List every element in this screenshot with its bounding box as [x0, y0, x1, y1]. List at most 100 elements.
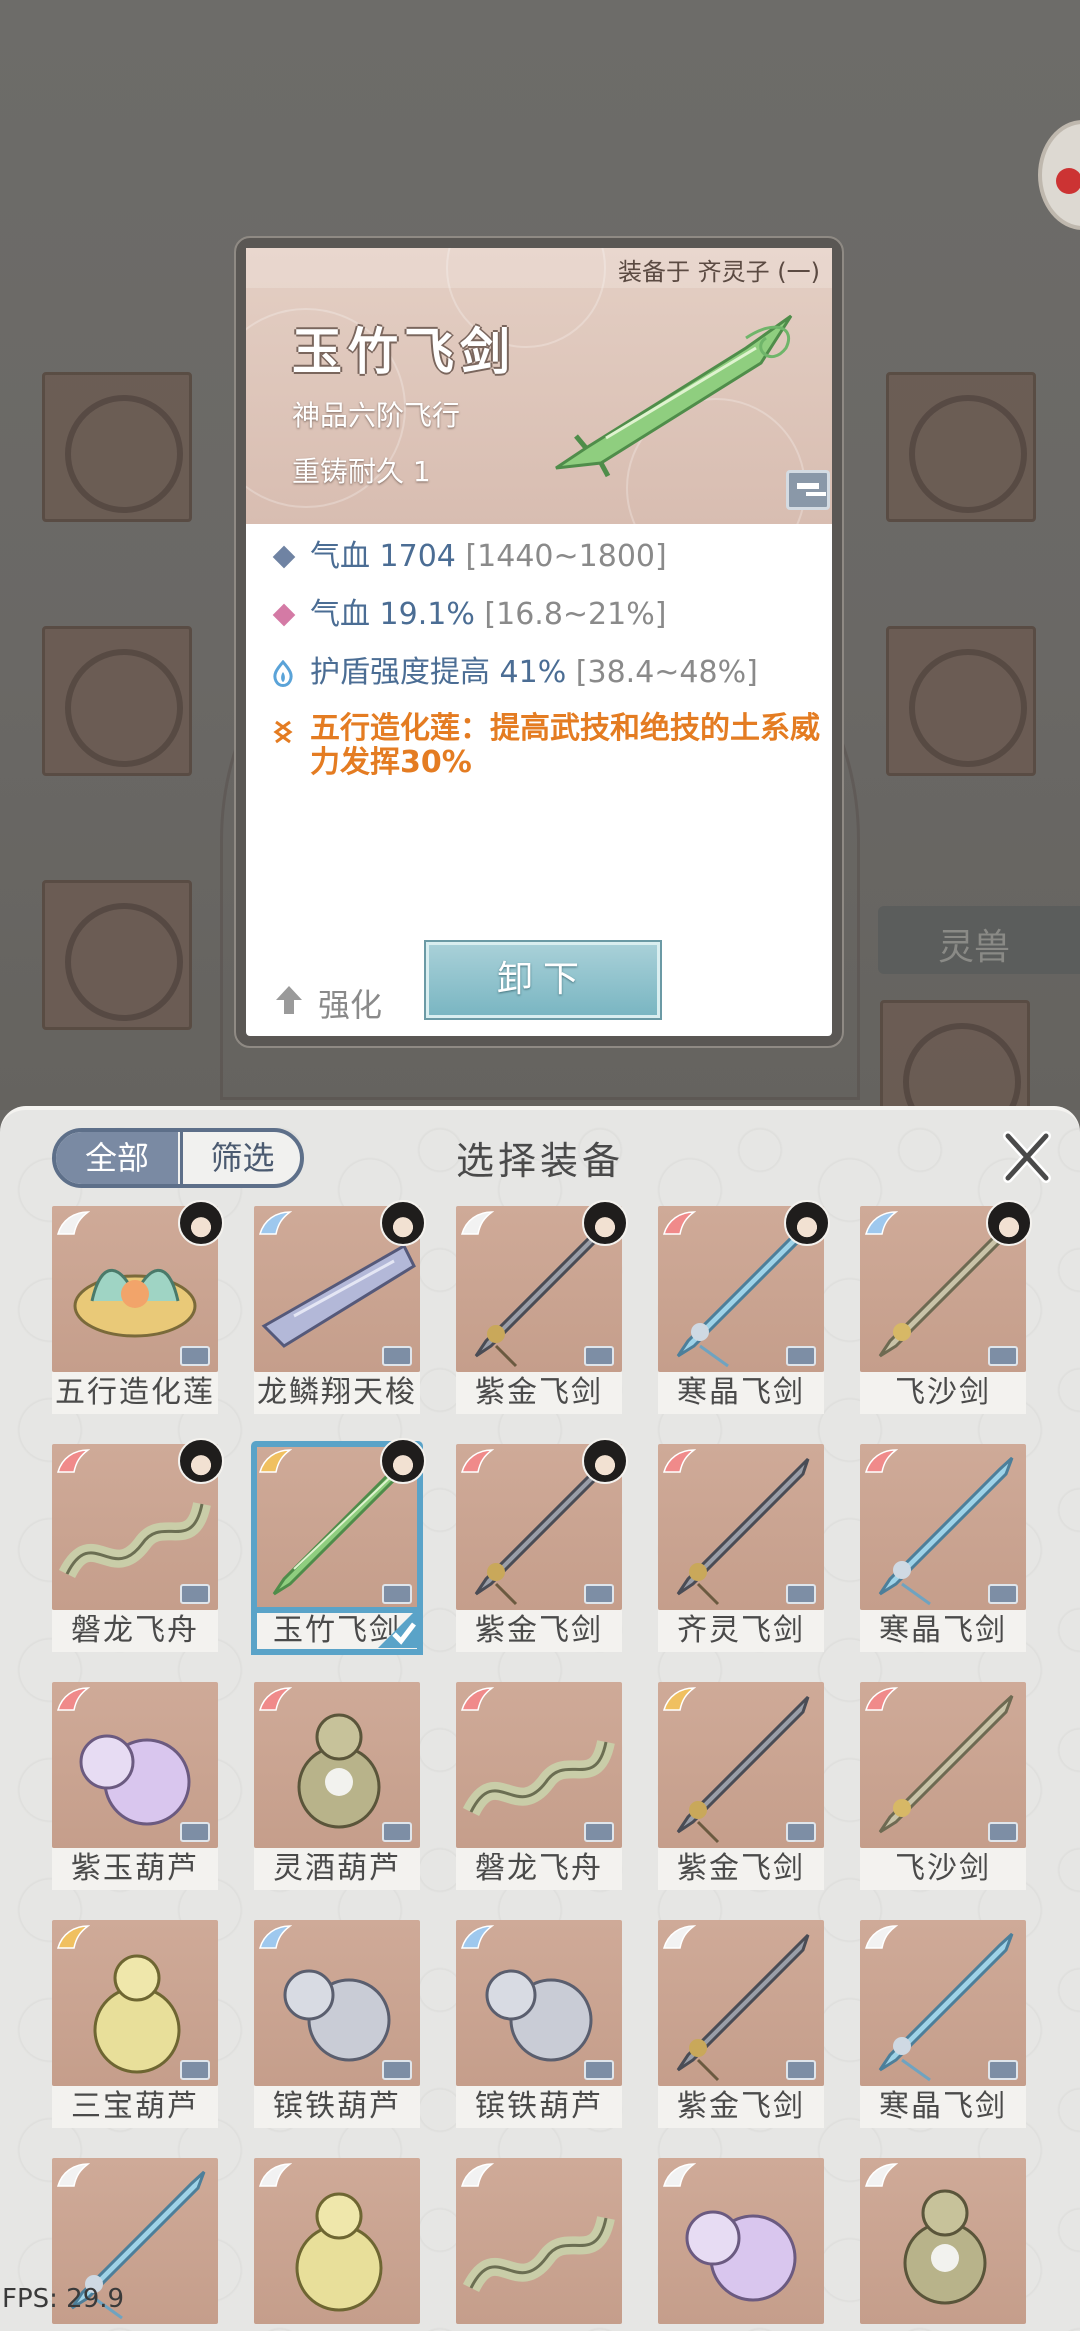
stat-value: 19.1%	[379, 597, 475, 632]
lock-icon	[180, 1346, 210, 1366]
equipment-name: 紫金飞剑	[658, 1848, 824, 1890]
equip-slot-right-1[interactable]	[886, 372, 1036, 522]
equipped-on-text: 装备于 齐灵子 (一)	[618, 258, 820, 286]
equip-slot-left-1[interactable]	[42, 372, 192, 522]
lock-icon	[786, 2060, 816, 2080]
equipment-tile[interactable]: 飞沙剑	[860, 1200, 1032, 1414]
equip-slot-left-3[interactable]	[42, 880, 192, 1030]
equipment-name: 磐龙飞舟	[52, 1610, 218, 1652]
check-icon	[378, 1608, 418, 1648]
equipment-art	[860, 2158, 1026, 2324]
equipment-tile[interactable]: 紫金飞剑	[658, 1682, 824, 1890]
stat-row: 气血 1704 [1440~1800]	[270, 538, 830, 576]
equipment-tile[interactable]: 磐龙飞舟	[52, 1438, 224, 1652]
equipment-tile[interactable]: 紫玉葫芦	[52, 1682, 218, 1890]
jade-sword-icon	[555, 314, 793, 478]
equipment-tile[interactable]	[860, 2158, 1026, 2331]
enhance-button[interactable]: 强化	[274, 980, 382, 1026]
equipment-tile[interactable]: 寒晶飞剑	[860, 1920, 1026, 2128]
equipment-art	[860, 1682, 1026, 1848]
equipment-name: 飞沙剑	[860, 1372, 1026, 1414]
wing-rank-icon	[865, 1687, 898, 1711]
equipment-name: 齐灵飞剑	[658, 1610, 824, 1652]
equipment-detail-card: 装备于 齐灵子 (一) 玉竹飞剑 神品六阶飞行 重铸耐久 1 气血 1704 […	[234, 236, 844, 1048]
wing-rank-icon	[259, 2163, 292, 2187]
gourd-orb-icon[interactable]	[1038, 120, 1080, 230]
owner-avatar	[380, 1200, 426, 1246]
equipment-name: 磐龙飞舟	[456, 1848, 622, 1890]
pink-diamond-icon	[272, 603, 296, 627]
equipment-tile[interactable]: 齐灵飞剑	[658, 1444, 824, 1652]
equipment-tile[interactable]: 玉竹飞剑	[251, 1438, 426, 1655]
equipment-tile[interactable]: 磐龙飞舟	[456, 1682, 622, 1890]
lock-icon	[584, 1584, 614, 1604]
equipment-tile[interactable]: 三宝葫芦	[52, 1920, 218, 2128]
owner-avatar	[784, 1200, 830, 1246]
wing-rank-icon	[663, 1687, 696, 1711]
card-header: 装备于 齐灵子 (一) 玉竹飞剑 神品六阶飞行 重铸耐久 1	[246, 248, 832, 524]
wing-rank-icon	[259, 1449, 292, 1473]
equipment-tile[interactable]: 镔铁葫芦	[254, 1920, 420, 2128]
lock-icon	[988, 1346, 1018, 1366]
lock-icon	[786, 1346, 816, 1366]
equipment-name: 寒晶飞剑	[860, 1610, 1026, 1652]
equip-slot-right-2[interactable]	[886, 626, 1036, 776]
close-icon[interactable]	[1002, 1130, 1052, 1184]
wing-rank-icon	[57, 2163, 90, 2187]
item-grade: 神品六阶飞行	[292, 399, 461, 432]
wing-rank-icon	[461, 1211, 494, 1235]
equipment-tile[interactable]: 寒晶飞剑	[860, 1444, 1026, 1652]
equipment-tile[interactable]: 灵酒葫芦	[254, 1682, 420, 1890]
equip-slot-left-2[interactable]	[42, 626, 192, 776]
lock-icon	[180, 2060, 210, 2080]
equipment-name: 龙鳞翔天梭	[254, 1372, 420, 1414]
wing-rank-icon	[57, 1449, 90, 1473]
stat-value: 41%	[499, 655, 567, 690]
select-equipment-panel: 全部 筛选 选择装备 五行造化莲 龙鳞翔天梭 紫金飞剑 寒晶飞剑 飞沙剑 磐龙飞舟 玉竹飞剑…	[0, 1106, 1080, 2331]
lock-icon	[584, 1346, 614, 1366]
equipment-name: 飞沙剑	[860, 1848, 1026, 1890]
equipment-name: 镔铁葫芦	[456, 2086, 622, 2128]
spirit-beast-tab[interactable]: 灵兽	[878, 906, 1080, 974]
owner-avatar	[582, 1438, 628, 1484]
stat-row: 护盾强度提高 41% [38.4~48%]	[270, 654, 830, 692]
equipment-tile[interactable]: 飞沙剑	[860, 1682, 1026, 1890]
stat-name: 护盾强度提高	[310, 655, 490, 690]
lock-icon	[180, 1822, 210, 1842]
stat-range: [16.8~21%]	[484, 597, 667, 632]
unequip-button[interactable]: 卸下	[424, 940, 662, 1020]
equipment-tile[interactable]: 镔铁葫芦	[456, 1920, 622, 2128]
equipment-art	[860, 1920, 1026, 2086]
equipment-art	[254, 1682, 420, 1848]
lock-icon	[382, 1584, 412, 1604]
equipment-art	[658, 1920, 824, 2086]
equipment-tile[interactable]: 紫金飞剑	[456, 1200, 628, 1414]
wing-rank-icon	[259, 1211, 292, 1235]
wing-rank-icon	[259, 1687, 292, 1711]
equipment-name: 五行造化莲	[52, 1372, 218, 1414]
panel-title: 选择装备	[455, 1139, 624, 1183]
item-title: 玉竹飞剑	[292, 323, 516, 381]
equipment-tile[interactable]: 紫金飞剑	[456, 1438, 628, 1652]
equipment-name: 寒晶飞剑	[860, 2086, 1026, 2128]
lock-button[interactable]	[786, 470, 830, 510]
enhance-label: 强化	[318, 986, 383, 1024]
blue-diamond-icon	[272, 545, 296, 569]
equipment-tile[interactable]: 紫金飞剑	[658, 1920, 824, 2128]
stat-value: 1704	[379, 539, 456, 574]
equipment-tile[interactable]: 寒晶飞剑	[658, 1200, 830, 1414]
equipment-name: 镔铁葫芦	[254, 2086, 420, 2128]
owner-avatar	[380, 1438, 426, 1484]
wing-rank-icon	[865, 1925, 898, 1949]
stat-range: [38.4~48%]	[575, 655, 758, 690]
lock-icon	[988, 1822, 1018, 1842]
equipment-tile[interactable]	[658, 2158, 824, 2331]
lock-icon	[786, 1822, 816, 1842]
owner-avatar	[178, 1200, 224, 1246]
equipment-tile[interactable]: 龙鳞翔天梭	[254, 1200, 426, 1414]
equipment-tile[interactable]	[254, 2158, 420, 2331]
equipment-tile[interactable]: 五行造化莲	[52, 1200, 224, 1414]
owner-avatar	[582, 1200, 628, 1246]
equipment-tile[interactable]	[456, 2158, 622, 2331]
lock-icon	[988, 1584, 1018, 1604]
